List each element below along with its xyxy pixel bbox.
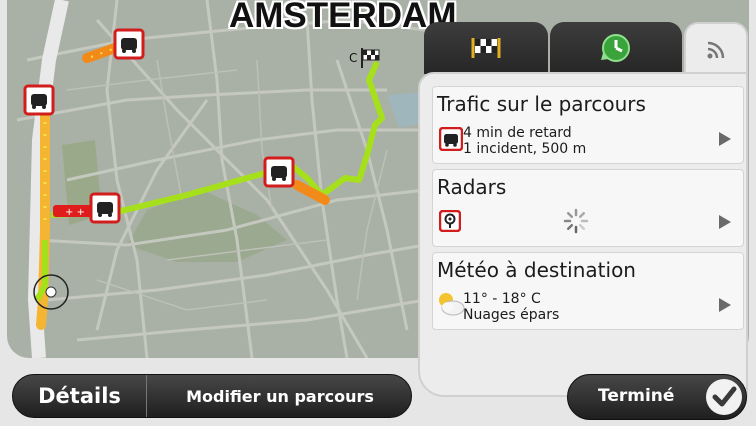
navigation-screen: + + C AMSTERDAM Trafic sur le parcours 4… (0, 0, 756, 426)
route-info-panel: Trafic sur le parcours 4 min de retard 1… (418, 22, 748, 397)
weather-card-title: Météo à destination (437, 258, 636, 282)
done-button[interactable]: Terminé (567, 374, 747, 420)
weather-temperature: 11° - 18° C (463, 291, 541, 307)
checkered-flag-icon (471, 38, 501, 58)
loading-spinner-icon (563, 208, 589, 234)
traffic-jam-icon (439, 127, 463, 151)
checkmark-icon (706, 379, 742, 415)
clock-arrow-icon (601, 34, 630, 62)
traffic-jam-icon[interactable] (89, 192, 121, 224)
chevron-right-icon (719, 132, 731, 146)
radars-card-title: Radars (437, 175, 507, 199)
weather-card[interactable]: Météo à destination 11° - 18° C Nuages é… (432, 252, 744, 330)
signal-icon (707, 41, 725, 59)
svg-text:+ +: + + (65, 207, 85, 218)
tab-arrival-time[interactable] (550, 22, 682, 74)
traffic-card-title: Trafic sur le parcours (437, 92, 646, 116)
traffic-incidents: 1 incident, 500 m (463, 141, 587, 157)
weather-condition: Nuages épars (463, 307, 560, 323)
details-button[interactable]: Détails (13, 375, 147, 417)
radars-card[interactable]: Radars (432, 169, 744, 247)
tab-live-services[interactable] (684, 22, 748, 76)
chevron-right-icon (719, 298, 731, 312)
panel-body: Trafic sur le parcours 4 min de retard 1… (418, 72, 748, 397)
modify-route-button[interactable]: Modifier un parcours (148, 375, 412, 417)
chevron-right-icon (719, 215, 731, 229)
traffic-delay: 4 min de retard (463, 125, 572, 141)
tab-destination[interactable] (424, 22, 548, 74)
traffic-jam-icon[interactable] (263, 156, 295, 188)
current-position-icon (45, 286, 57, 298)
bottom-button-bar: Détails Modifier un parcours (12, 374, 412, 418)
traffic-jam-icon[interactable] (23, 84, 55, 116)
done-button-label: Terminé (598, 386, 675, 406)
speed-camera-icon (439, 210, 461, 232)
traffic-jam-icon[interactable] (113, 28, 145, 60)
map-marker-label: C (349, 51, 357, 65)
partly-cloudy-icon (439, 293, 465, 316)
traffic-card[interactable]: Trafic sur le parcours 4 min de retard 1… (432, 86, 744, 164)
